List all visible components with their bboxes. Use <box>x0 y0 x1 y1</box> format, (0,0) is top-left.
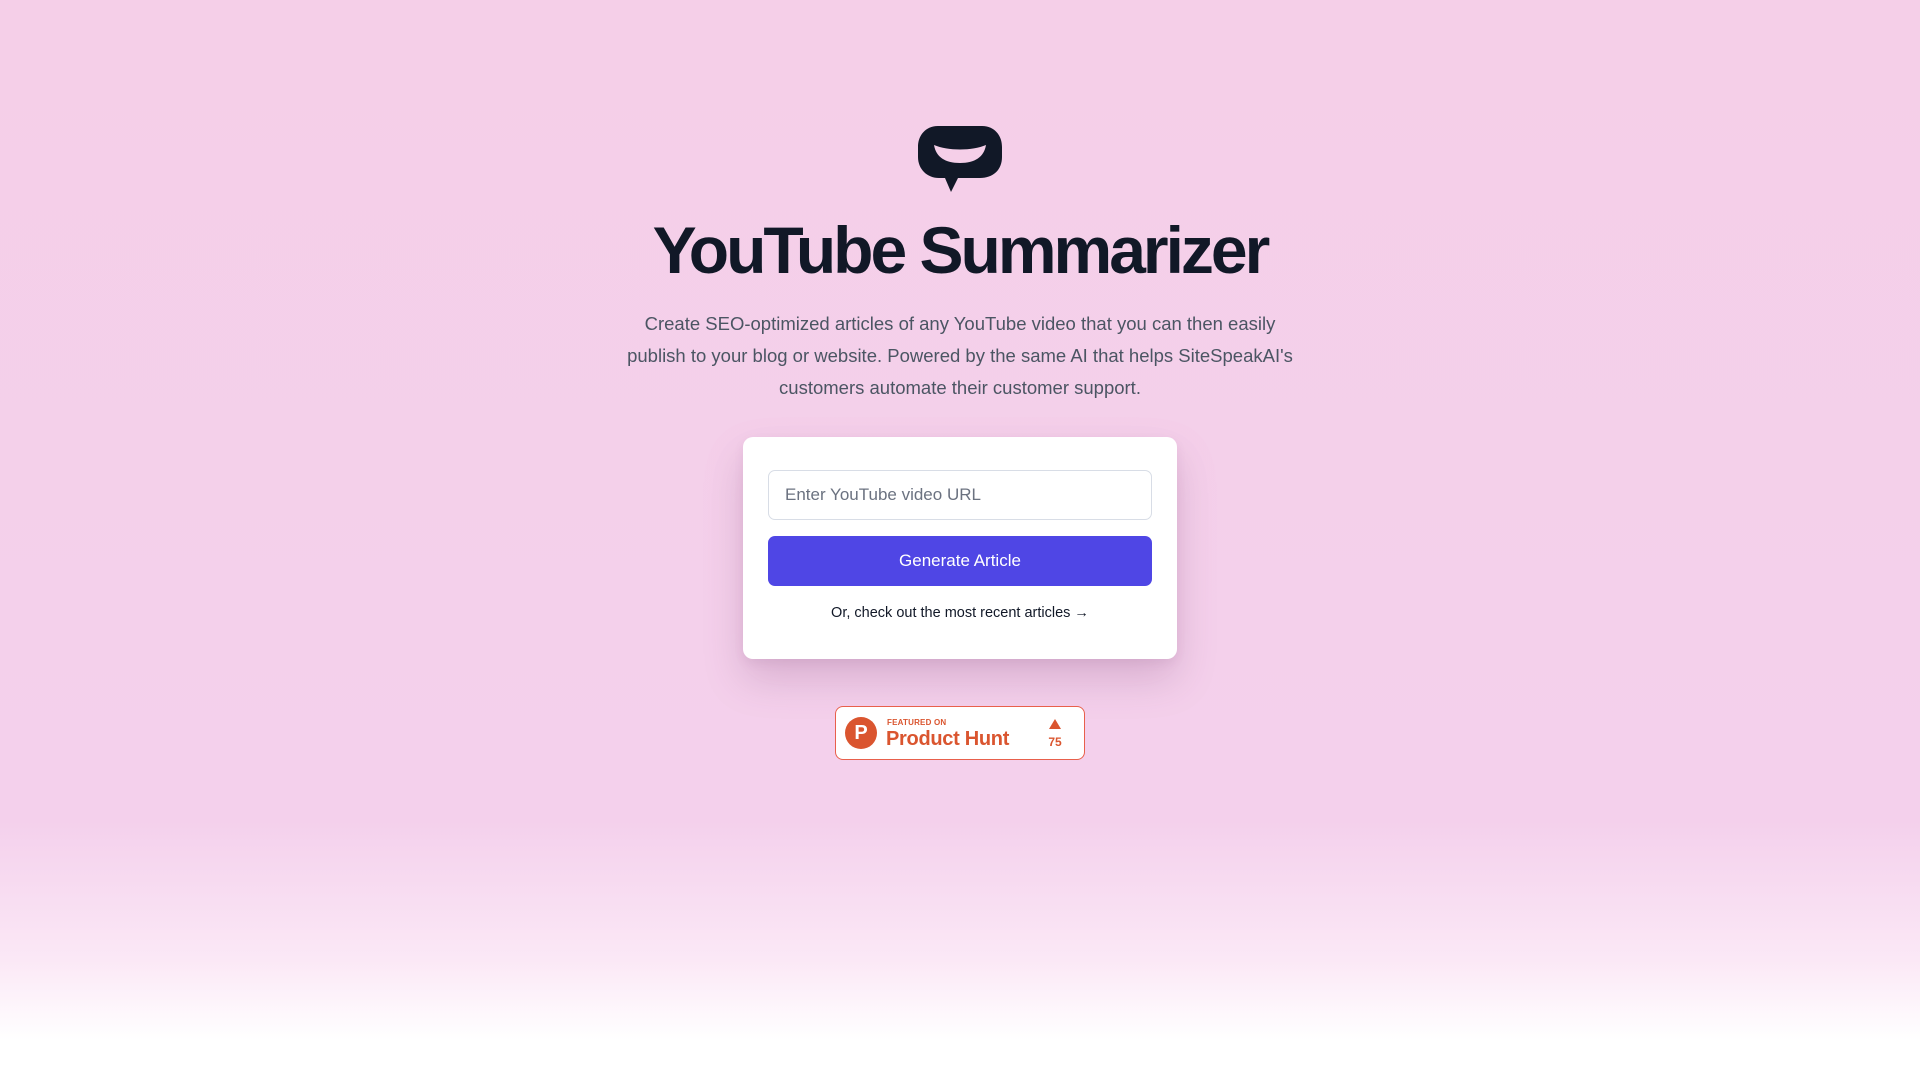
upvote-arrow-icon <box>1049 719 1061 729</box>
product-hunt-logo-icon: P <box>845 717 877 749</box>
page: YouTube Summarizer Create SEO-optimized … <box>0 0 1920 1080</box>
page-description: Create SEO-optimized articles of any You… <box>627 313 1293 398</box>
product-hunt-badge[interactable]: P FEATURED ON Product Hunt 75 <box>835 706 1085 760</box>
upvote-count: 75 <box>1048 735 1062 749</box>
page-title: YouTube Summarizer <box>652 213 1271 287</box>
article-generator-card: Generate Article Or, check out the most … <box>743 437 1177 659</box>
recent-articles-link[interactable]: Or, check out the most recent articles → <box>743 603 1177 623</box>
product-hunt-name: Product Hunt <box>886 728 1010 750</box>
generate-article-button[interactable]: Generate Article <box>768 536 1152 586</box>
speech-bubble-icon <box>918 126 1002 192</box>
youtube-url-input[interactable] <box>768 470 1152 520</box>
